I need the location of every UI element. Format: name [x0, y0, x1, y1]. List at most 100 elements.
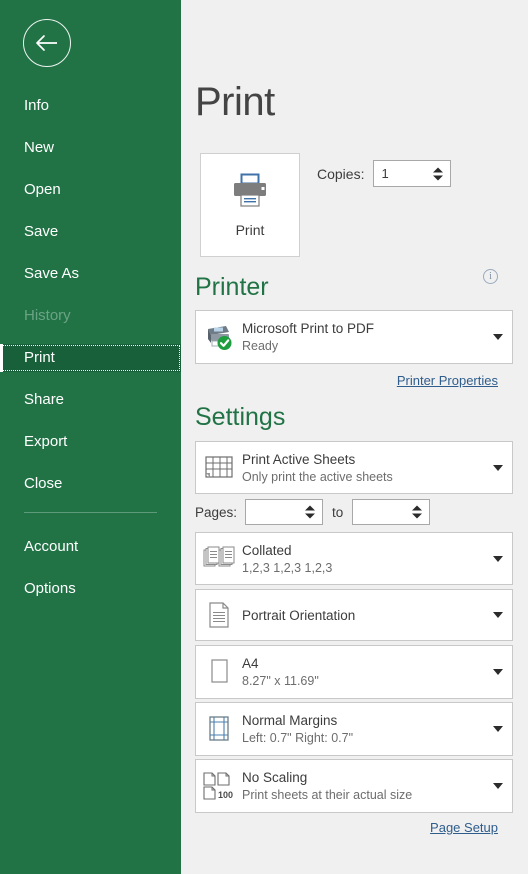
scaling-subtitle: Print sheets at their actual size [242, 788, 413, 802]
orientation-title: Portrait Orientation [242, 607, 356, 623]
printer-ready-icon [196, 323, 242, 351]
sidebar-item-new[interactable]: New [0, 134, 181, 162]
settings-section-heading: Settings [195, 403, 286, 431]
margins-icon [196, 714, 242, 744]
copies-label: Copies: [317, 165, 365, 182]
scaling-select[interactable]: 100 No Scaling Print sheets at their act… [195, 759, 513, 813]
margins-title: Normal Margins [242, 713, 338, 728]
paper-size-chevron[interactable] [484, 669, 512, 675]
worksheet-grid-icon [196, 454, 242, 482]
copies-decrement-icon[interactable] [433, 175, 444, 180]
chevron-down-icon [493, 464, 503, 471]
sidebar-item-label: Account [24, 538, 79, 555]
orientation-chevron[interactable] [484, 612, 512, 618]
chevron-down-icon [493, 726, 503, 732]
sidebar-item-label: History [24, 307, 71, 324]
print-button-label: Print [235, 222, 265, 238]
pages-range-row: Pages: to [195, 499, 431, 525]
pages-from-increment-icon[interactable] [305, 505, 316, 511]
print-what-subtitle: Only print the active sheets [242, 469, 393, 484]
print-button[interactable]: Print [200, 153, 300, 257]
print-what-text: Print Active Sheets Only print the activ… [242, 452, 484, 484]
printer-name: Microsoft Print to PDF [242, 321, 375, 336]
scaling-badge: 100 [218, 790, 233, 800]
sidebar-item-account[interactable]: Account [0, 533, 181, 561]
printer-status: Ready [242, 339, 279, 353]
sidebar-item-save[interactable]: Save [0, 218, 181, 246]
printer-icon [234, 173, 266, 207]
chevron-down-icon [493, 612, 503, 618]
sidebar-item-history: History [0, 302, 181, 330]
paper-size-select[interactable]: A4 8.27" x 11.69" [195, 645, 513, 699]
page-title: Print [195, 80, 275, 124]
printer-select-chevron[interactable] [484, 334, 512, 340]
chevron-down-icon [493, 555, 503, 562]
pages-to-decrement-icon[interactable] [412, 513, 423, 519]
pages-from-decrement-icon[interactable] [305, 513, 316, 519]
chevron-down-icon [493, 783, 503, 789]
pages-label: Pages: [195, 504, 238, 520]
sidebar-item-info[interactable]: Info [0, 92, 181, 120]
sidebar-item-label: Info [24, 97, 50, 114]
sidebar-divider [24, 512, 157, 513]
pages-to-arrows [412, 505, 423, 519]
print-what-title: Print Active Sheets [242, 451, 356, 467]
print-what-chevron[interactable] [484, 464, 512, 471]
copies-value: 1 [381, 166, 389, 181]
printer-properties-link[interactable]: Printer Properties [397, 373, 498, 388]
back-button[interactable] [23, 19, 71, 67]
scaling-icon: 100 [196, 771, 242, 801]
margins-select[interactable]: Normal Margins Left: 0.7" Right: 0.7" [195, 702, 513, 756]
sidebar-item-label: Options [24, 580, 76, 597]
backstage-sidebar: Info New Open Save Save As History Print… [0, 0, 181, 874]
paper-size-subtitle: 8.27" x 11.69" [242, 674, 319, 688]
pages-from-arrows [305, 505, 316, 519]
orientation-text: Portrait Orientation [242, 608, 484, 623]
info-icon[interactable]: i [483, 269, 498, 284]
collation-title: Collated [242, 542, 292, 558]
sidebar-item-label: Save As [24, 265, 80, 282]
copies-stepper-arrows [433, 167, 444, 180]
scaling-title: No Scaling [242, 770, 308, 785]
sidebar-item-close[interactable]: Close [0, 470, 181, 498]
pages-to-label: to [332, 504, 344, 520]
sidebar-item-print[interactable]: Print [0, 344, 181, 372]
print-what-select[interactable]: Print Active Sheets Only print the activ… [195, 441, 513, 494]
print-pane: Print Print Copies: 1 Printer i Microsof… [181, 0, 528, 874]
scaling-chevron[interactable] [484, 783, 512, 789]
sidebar-item-open[interactable]: Open [0, 176, 181, 204]
sidebar-item-save-as[interactable]: Save As [0, 260, 181, 288]
paper-size-title: A4 [242, 656, 259, 671]
paper-size-icon [196, 657, 242, 687]
portrait-page-icon [196, 600, 242, 630]
sidebar-item-options[interactable]: Options [0, 575, 181, 603]
orientation-select[interactable]: Portrait Orientation [195, 589, 513, 641]
pages-to-stepper[interactable] [352, 499, 431, 525]
printer-select[interactable]: Microsoft Print to PDF Ready [195, 310, 513, 364]
sidebar-item-label: Share [24, 391, 65, 408]
page-setup-link[interactable]: Page Setup [430, 820, 498, 835]
sidebar-item-label: New [24, 139, 55, 156]
scaling-text: No Scaling Print sheets at their actual … [242, 770, 484, 802]
back-arrow-icon [36, 35, 57, 51]
collation-select[interactable]: Collated 1,2,3 1,2,3 1,2,3 [195, 532, 513, 585]
sidebar-item-label: Close [24, 475, 63, 492]
copies-row: Copies: 1 [317, 160, 452, 187]
margins-chevron[interactable] [484, 726, 512, 732]
collation-text: Collated 1,2,3 1,2,3 1,2,3 [242, 543, 484, 575]
pages-from-stepper[interactable] [245, 499, 324, 525]
sidebar-item-label: Print [24, 349, 55, 366]
paper-size-text: A4 8.27" x 11.69" [242, 656, 484, 688]
pages-to-increment-icon[interactable] [412, 505, 423, 511]
backstage-nav: Info New Open Save Save As History Print… [0, 92, 181, 617]
printer-section-heading: Printer [195, 273, 269, 301]
sidebar-item-export[interactable]: Export [0, 428, 181, 456]
collation-chevron[interactable] [484, 555, 512, 562]
copies-increment-icon[interactable] [433, 167, 444, 172]
sidebar-item-share[interactable]: Share [0, 386, 181, 414]
sidebar-item-label: Save [24, 223, 59, 240]
chevron-down-icon [493, 334, 503, 340]
margins-subtitle: Left: 0.7" Right: 0.7" [242, 731, 354, 745]
copies-stepper[interactable]: 1 [373, 160, 452, 187]
margins-text: Normal Margins Left: 0.7" Right: 0.7" [242, 713, 484, 745]
